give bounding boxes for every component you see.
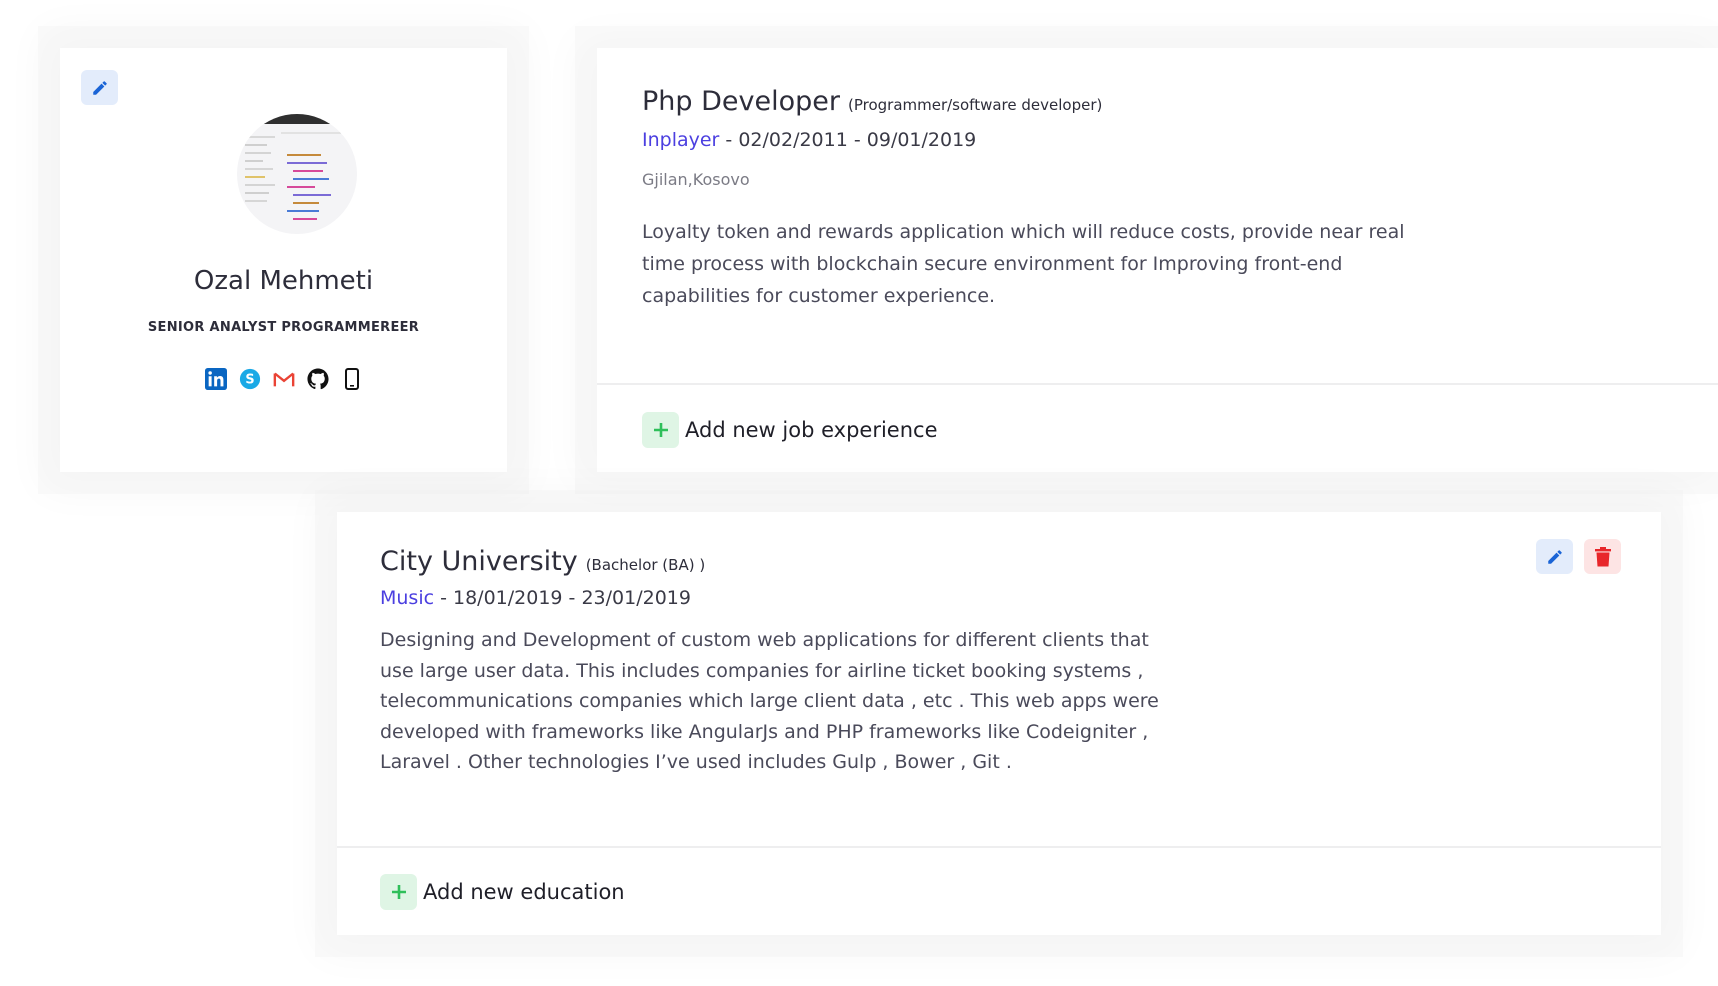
job-subtitle: (Programmer/software developer) bbox=[847, 96, 1103, 114]
plus-icon bbox=[642, 412, 679, 448]
profile-job-title: SENIOR ANALYST PROGRAMMEREER bbox=[147, 320, 420, 335]
skype-link[interactable]: S bbox=[239, 366, 261, 392]
plus-icon bbox=[380, 874, 417, 910]
gmail-link[interactable] bbox=[273, 366, 295, 392]
job-dates: - 02/02/2011 - 09/01/2019 bbox=[725, 129, 977, 151]
job-meta: Inplayer - 02/02/2011 - 09/01/2019 bbox=[642, 129, 976, 151]
profile-edit-button[interactable] bbox=[81, 70, 118, 105]
phone-icon bbox=[344, 368, 359, 390]
education-delete-button[interactable] bbox=[1584, 539, 1621, 574]
add-job-experience-label: Add new job experience bbox=[685, 418, 938, 442]
linkedin-link[interactable] bbox=[204, 366, 227, 392]
education-degree: (Bachelor (BA) ) bbox=[585, 556, 706, 574]
education-dates: - 18/01/2019 - 23/01/2019 bbox=[440, 587, 691, 609]
skype-icon: S bbox=[239, 368, 260, 390]
job-location: Gjilan,Kosovo bbox=[642, 170, 750, 189]
gmail-icon bbox=[273, 372, 294, 387]
divider bbox=[337, 846, 1661, 848]
job-description: Loyalty token and rewards application wh… bbox=[642, 221, 1405, 307]
education-title-row: City University (Bachelor (BA) ) bbox=[380, 546, 705, 577]
education-meta: Music - 18/01/2019 - 23/01/2019 bbox=[380, 587, 691, 609]
profile-name: Ozal Mehmeti bbox=[193, 266, 374, 296]
trash-icon bbox=[1594, 546, 1611, 566]
education-title: City University bbox=[380, 546, 578, 577]
pencil-icon bbox=[92, 80, 107, 95]
avatar bbox=[237, 114, 357, 234]
education-card: City University (Bachelor (BA) ) Music -… bbox=[337, 512, 1661, 935]
pencil-icon bbox=[1547, 549, 1562, 564]
job-company[interactable]: Inplayer bbox=[642, 129, 719, 151]
profile-card: Ozal Mehmeti SENIOR ANALYST PROGRAMMEREE… bbox=[60, 48, 507, 472]
phone-link[interactable] bbox=[341, 366, 363, 392]
social-links: S bbox=[60, 366, 507, 392]
svg-text:S: S bbox=[245, 373, 254, 388]
linkedin-icon bbox=[204, 368, 227, 390]
github-link[interactable] bbox=[306, 366, 329, 392]
education-field[interactable]: Music bbox=[380, 587, 434, 609]
add-education-button[interactable]: Add new education bbox=[380, 874, 625, 910]
job-experience-card: Php Developer (Programmer/software devel… bbox=[597, 48, 1718, 472]
divider bbox=[597, 383, 1718, 385]
job-title: Php Developer bbox=[642, 86, 840, 117]
education-description: Designing and Development of custom web … bbox=[380, 629, 1159, 773]
job-title-row: Php Developer (Programmer/software devel… bbox=[642, 86, 1102, 117]
github-icon bbox=[306, 368, 329, 390]
education-edit-button[interactable] bbox=[1536, 539, 1573, 574]
add-job-experience-button[interactable]: Add new job experience bbox=[642, 412, 938, 448]
add-education-label: Add new education bbox=[423, 880, 625, 904]
